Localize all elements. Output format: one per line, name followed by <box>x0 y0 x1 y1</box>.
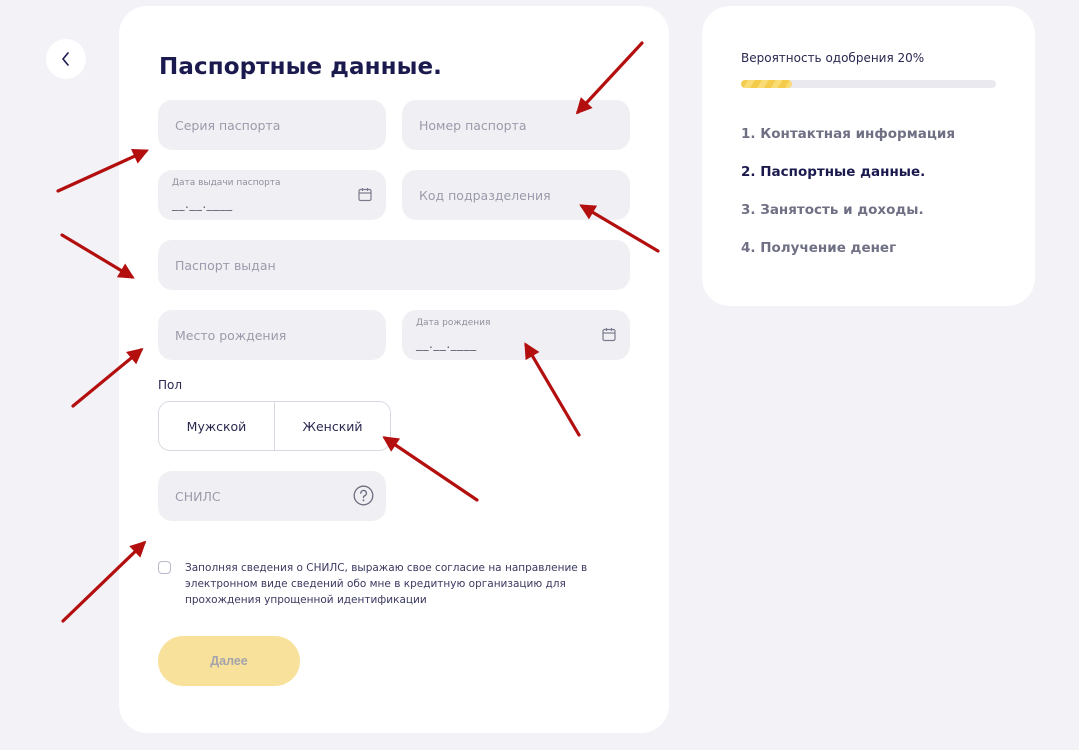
question-circle-icon[interactable] <box>353 485 374 506</box>
birthplace-field[interactable] <box>158 310 386 360</box>
next-button[interactable]: Далее <box>158 636 300 686</box>
back-button[interactable] <box>46 39 86 79</box>
gender-female-button[interactable]: Женский <box>274 402 390 450</box>
division-code-field[interactable] <box>402 170 630 220</box>
birthdate-field[interactable]: Дата рождения __.__.____ <box>402 310 630 360</box>
passport-number-input[interactable] <box>402 100 630 150</box>
step-passport-data: 2. Паспортные данные. <box>741 164 926 180</box>
gender-label: Пол <box>158 378 183 392</box>
page-title: Паспортные данные. <box>159 54 442 80</box>
snils-consent-checkbox[interactable] <box>158 561 171 574</box>
issue-date-field[interactable]: Дата выдачи паспорта __.__.____ <box>158 170 386 220</box>
issue-date-label: Дата выдачи паспорта <box>172 178 281 188</box>
passport-number-field[interactable] <box>402 100 630 150</box>
step-employment-income: 3. Занятость и доходы. <box>741 202 924 218</box>
gender-toggle: Мужской Женский <box>158 401 391 451</box>
approval-progress-bar <box>741 80 996 88</box>
issued-by-input[interactable] <box>158 240 630 290</box>
gender-male-button[interactable]: Мужской <box>159 402 274 450</box>
approval-progress-fill <box>741 80 792 88</box>
approval-probability-text: Вероятность одобрения 20% <box>741 51 925 65</box>
snils-consent-text: Заполняя сведения о СНИЛС, выражаю свое … <box>185 562 588 606</box>
birthdate-mask: __.__.____ <box>416 337 477 351</box>
issue-date-mask: __.__.____ <box>172 197 233 211</box>
birthplace-input[interactable] <box>158 310 386 360</box>
passport-series-input[interactable] <box>158 100 386 150</box>
step-receive-money: 4. Получение денег <box>741 240 897 256</box>
calendar-icon[interactable] <box>602 327 616 342</box>
issued-by-field[interactable] <box>158 240 630 290</box>
snils-input[interactable] <box>158 471 386 521</box>
chevron-left-icon <box>62 52 69 66</box>
step-contact-info: 1. Контактная информация <box>741 126 955 142</box>
birthdate-label: Дата рождения <box>416 318 491 328</box>
snils-field[interactable] <box>158 471 386 521</box>
division-code-input[interactable] <box>402 170 630 220</box>
passport-series-field[interactable] <box>158 100 386 150</box>
progress-card: Вероятность одобрения 20% 1. Контактная … <box>702 6 1035 306</box>
passport-form-card: Паспортные данные. Дата выдачи паспорта … <box>119 6 669 733</box>
steps-list: 1. Контактная информация 2. Паспортные д… <box>741 126 955 278</box>
calendar-icon[interactable] <box>358 187 372 202</box>
